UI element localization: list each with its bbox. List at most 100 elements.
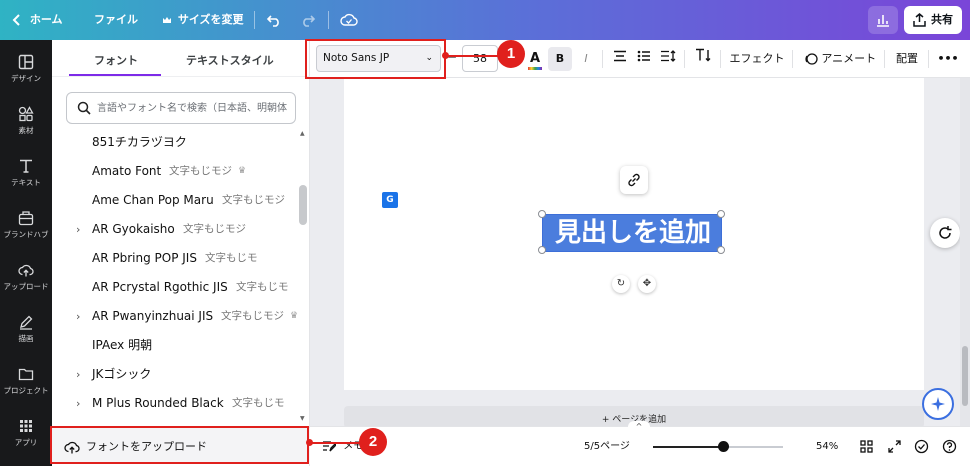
heading-text[interactable]: 見出しを追加 [543, 215, 723, 253]
refresh-icon [939, 226, 952, 239]
align-button[interactable] [610, 47, 630, 71]
rail-item-brand-hub[interactable]: ブランドハブ [0, 206, 52, 256]
font-list-item[interactable]: 851チカラヅヨク [52, 128, 302, 157]
home-label: ホーム [29, 13, 63, 26]
text-direction-button[interactable] [692, 47, 714, 71]
font-list-scrollbar[interactable] [299, 185, 307, 225]
share-button[interactable]: 共有 [904, 6, 962, 34]
font-list-item[interactable]: AR Pbring POP JIS 文字もじモ [52, 244, 302, 273]
zoom-value[interactable]: 54% [816, 427, 838, 466]
rail-item-design[interactable]: デザイン [0, 50, 52, 100]
rail-item-elements[interactable]: 素材 [0, 102, 52, 152]
fullscreen-button[interactable] [888, 427, 901, 466]
redo-icon [303, 15, 316, 27]
rail-label: デザイン [11, 74, 41, 83]
active-tab-indicator [69, 74, 161, 76]
rail-item-text[interactable]: テキスト [0, 154, 52, 204]
undo-button[interactable] [266, 0, 282, 40]
cloud-save-button[interactable] [340, 0, 358, 40]
color-rainbow-bar [528, 67, 542, 70]
resize-handle[interactable] [717, 210, 725, 218]
rotate-button[interactable]: ↻ [612, 275, 630, 293]
chevron-up-icon[interactable]: ^ [628, 421, 650, 433]
font-list-item[interactable]: › M Plus Rounded Black 文字もじモ [52, 389, 302, 418]
selected-text-box[interactable]: 見出しを追加 [538, 210, 725, 254]
font-list: 851チカラヅヨク Amato Font 文字もじモジ ♛ Ame Chan Pop M… [52, 128, 302, 424]
font-size-input[interactable]: 58 [462, 45, 498, 72]
bold-button[interactable]: B [548, 47, 572, 71]
callout-box-upload-font [50, 426, 309, 464]
page-indicator[interactable]: 5/5ページ [584, 427, 630, 466]
grid-view-button[interactable] [860, 427, 873, 466]
font-name: 851チカラヅヨク [92, 135, 187, 149]
share-upload-icon [913, 13, 926, 27]
help-button[interactable] [942, 427, 957, 466]
left-rail: デザイン 素材 テキスト ブランドハブ アップロード 描画 プロジェクト アプリ [0, 40, 52, 466]
font-list-item[interactable]: IPAex 明朝 [52, 331, 302, 360]
position-button[interactable]: 配置 [892, 47, 922, 71]
scroll-up-arrow[interactable]: ▲ [300, 130, 305, 137]
italic-button[interactable]: I [576, 47, 596, 71]
insights-button[interactable] [868, 6, 898, 34]
font-name: Ame Chan Pop Maru [92, 193, 214, 207]
file-menu[interactable]: ファイル [94, 0, 138, 40]
font-list-item[interactable]: › JKゴシック [52, 360, 302, 389]
chevron-right-icon[interactable]: › [76, 389, 80, 418]
animate-button[interactable]: アニメート [802, 47, 878, 71]
align-center-icon [614, 50, 626, 62]
tab-text-styles[interactable]: テキストスタイル [186, 52, 274, 74]
check-button[interactable] [914, 427, 929, 466]
chevron-right-icon[interactable]: › [76, 215, 80, 244]
callout-box-font-dropdown [305, 39, 446, 79]
move-button[interactable]: ✥ [638, 275, 656, 293]
divider [328, 11, 329, 29]
shapes-icon [18, 106, 34, 122]
refresh-button[interactable] [930, 218, 960, 248]
resize-handle[interactable] [538, 246, 546, 254]
rail-label: ブランドハブ [3, 230, 49, 239]
share-label: 共有 [931, 13, 953, 26]
font-list-item[interactable]: Ame Chan Pop Maru 文字もじモジ [52, 186, 302, 215]
canvas-scrollbar[interactable] [962, 346, 968, 406]
spacing-button[interactable] [658, 47, 678, 71]
more-options-button[interactable]: ••• [936, 47, 960, 71]
font-panel: フォント テキストスタイル 851チカラヅヨク Amato Font 文字もじモジ ♛… [52, 40, 310, 466]
redo-button[interactable] [300, 0, 316, 40]
vertical-text-icon [696, 48, 711, 62]
font-sample: 文字もじモ [232, 397, 285, 409]
zoom-slider-fill [653, 446, 724, 448]
tab-fonts[interactable]: フォント [94, 52, 138, 74]
zoom-slider-thumb[interactable] [718, 441, 730, 452]
magic-assistant-button[interactable] [922, 388, 954, 420]
bullet-list-icon [637, 50, 650, 62]
resize-button[interactable]: サイズを変更 [162, 0, 244, 40]
link-button[interactable] [620, 166, 648, 194]
list-button[interactable] [634, 47, 654, 71]
font-list-item[interactable]: › AR Gyokaisho 文字もじモジ [52, 215, 302, 244]
home-button[interactable]: ホーム [12, 0, 63, 40]
font-list-item[interactable]: AR Pcrystal Rgothic JIS 文字もじモ [52, 273, 302, 302]
notes-button[interactable]: メモ [322, 427, 363, 466]
font-name: AR Pbring POP JIS [92, 251, 197, 265]
chevron-right-icon[interactable]: › [76, 360, 80, 389]
rail-item-apps[interactable]: アプリ [0, 414, 52, 464]
divider [884, 50, 885, 68]
chevron-right-icon[interactable]: › [76, 302, 80, 331]
translate-icon[interactable]: G [382, 192, 398, 208]
resize-label: サイズを変更 [177, 13, 244, 26]
rail-label: 描画 [18, 334, 34, 343]
resize-handle[interactable] [717, 246, 725, 254]
effects-button[interactable]: エフェクト [728, 47, 786, 71]
font-list-item[interactable]: Amato Font 文字もじモジ ♛ [52, 157, 302, 186]
font-search-input[interactable] [97, 98, 293, 118]
design-page[interactable]: G 見出しを追加 ↻ ✥ [344, 78, 924, 390]
rail-label: テキスト [11, 178, 41, 187]
scroll-down-arrow[interactable]: ▼ [300, 415, 305, 422]
font-list-item[interactable]: › AR Pwanyinzhuai JIS 文字もじモジ ♛ [52, 302, 302, 331]
bottom-bar: ^ メモ 5/5ページ 54% [310, 421, 970, 466]
rail-item-projects[interactable]: プロジェクト [0, 362, 52, 412]
rail-item-uploads[interactable]: アップロード [0, 258, 52, 308]
text-color-button[interactable]: A [526, 47, 544, 71]
resize-handle[interactable] [538, 210, 546, 218]
rail-item-draw[interactable]: 描画 [0, 310, 52, 360]
